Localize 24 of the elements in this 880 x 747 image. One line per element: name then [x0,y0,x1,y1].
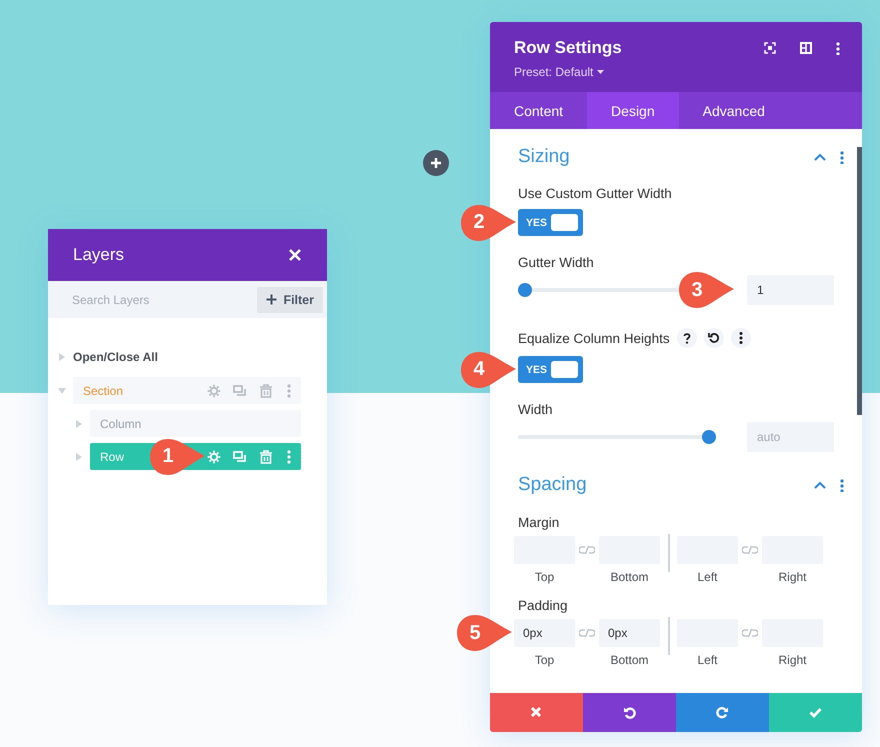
callout-tooltip: 1 [148,436,206,476]
field-label: Padding [518,598,568,613]
layer-label: Section [83,384,124,398]
field-caption: Bottom [609,653,650,667]
field-label: Margin [518,515,560,530]
field-label: Width [518,402,553,417]
field-label: Gutter Width [518,255,594,270]
callout-tooltip: 3 [677,270,735,310]
callout-tooltip: 4 [459,350,517,390]
field-label: Use Custom Gutter Width [518,186,672,201]
field-caption: Right [777,653,808,667]
callout-tooltip: 5 [455,613,513,653]
field-caption: Left [696,570,718,584]
layer-label: Row [100,450,124,464]
layer-label: Column [100,416,142,430]
field-label: Equalize Column Heights [518,330,670,346]
field-caption: Top [534,570,556,584]
field-caption: Right [777,570,808,584]
panel-title: Row Settings [514,38,622,58]
callout-tooltip: 2 [459,202,517,242]
field-caption: Bottom [609,570,650,584]
field-caption: Left [696,653,718,667]
field-caption: Top [534,653,556,667]
panel-title: Layers [73,245,124,265]
